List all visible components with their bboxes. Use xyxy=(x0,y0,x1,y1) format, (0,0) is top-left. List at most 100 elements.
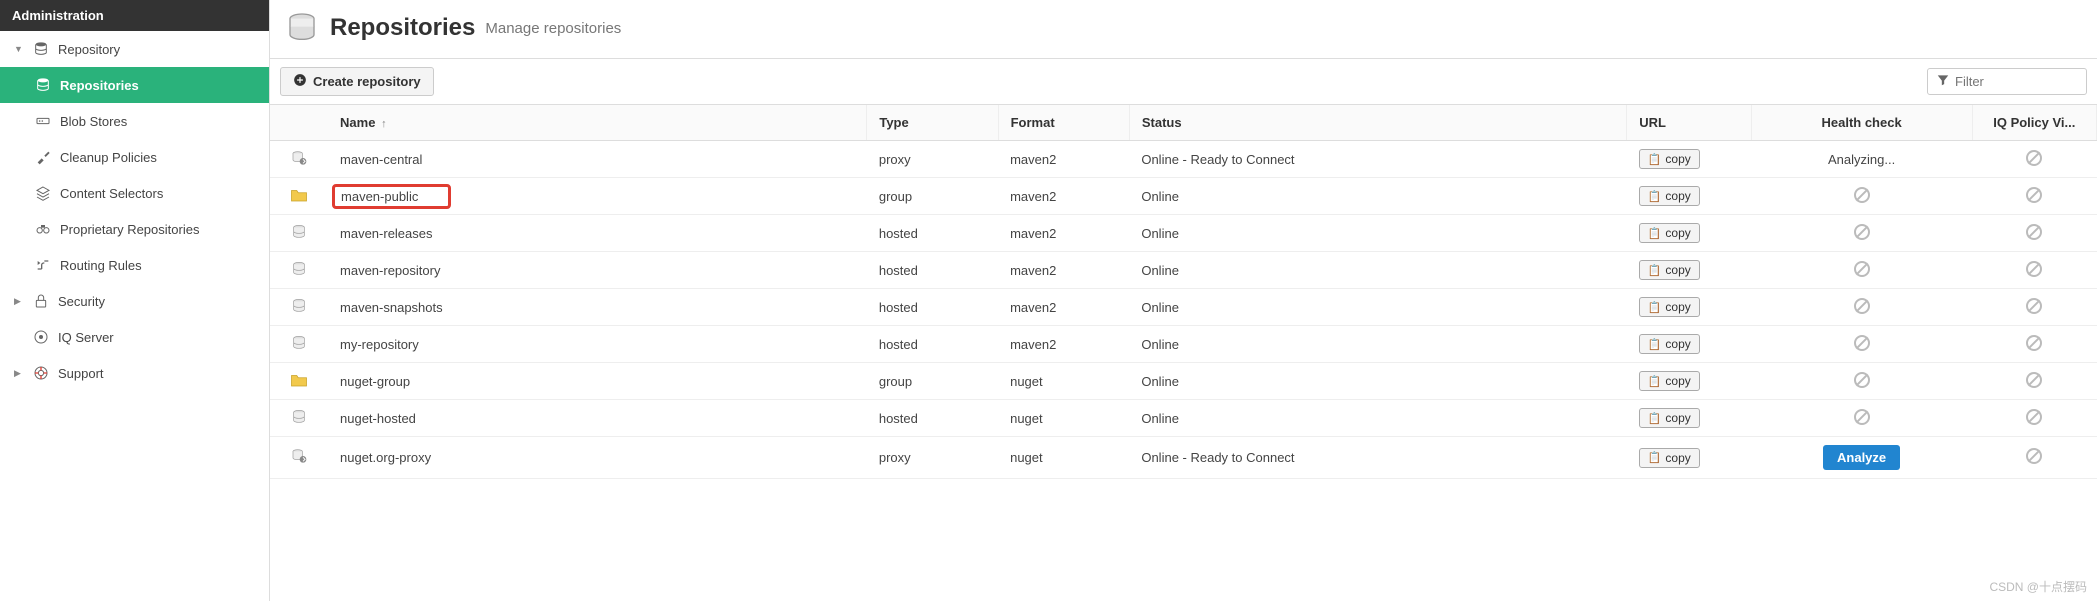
sidebar-item-content-selectors[interactable]: Content Selectors xyxy=(0,175,269,211)
toolbar: Create repository xyxy=(270,59,2097,105)
database-icon xyxy=(284,10,320,46)
copy-url-button[interactable]: 📋copy xyxy=(1639,408,1700,428)
filter-input[interactable] xyxy=(1955,74,2078,89)
table-row[interactable]: maven-snapshotshostedmaven2Online📋copy xyxy=(270,289,2097,326)
col-icon[interactable] xyxy=(270,105,328,141)
clipboard-icon: 📋 xyxy=(1648,375,1662,388)
cell-iq xyxy=(1972,437,2096,479)
cell-iq xyxy=(1972,326,2096,363)
sidebar-item-support[interactable]: ▶Support xyxy=(0,355,269,391)
repo-type-icon xyxy=(270,363,328,400)
sidebar-item-routing-rules[interactable]: Routing Rules xyxy=(0,247,269,283)
sidebar-item-cleanup-policies[interactable]: Cleanup Policies xyxy=(0,139,269,175)
cell-name: maven-public xyxy=(328,178,867,215)
cell-iq xyxy=(1972,215,2096,252)
sidebar-item-label: Routing Rules xyxy=(60,258,142,273)
col-health[interactable]: Health check xyxy=(1751,105,1972,141)
cell-type: proxy xyxy=(867,437,998,479)
copy-url-button[interactable]: 📋copy xyxy=(1639,149,1700,169)
col-iq[interactable]: IQ Policy Vi... xyxy=(1972,105,2096,141)
cell-iq xyxy=(1972,363,2096,400)
cell-name: nuget-group xyxy=(328,363,867,400)
create-repository-button[interactable]: Create repository xyxy=(280,67,434,96)
page-title: Repositories xyxy=(330,14,475,42)
cell-status: Online - Ready to Connect xyxy=(1129,437,1626,479)
table-row[interactable]: nuget.org-proxyproxynugetOnline - Ready … xyxy=(270,437,2097,479)
cell-health xyxy=(1751,400,1972,437)
sidebar-item-iq-server[interactable]: IQ Server xyxy=(0,319,269,355)
table-row[interactable]: maven-centralproxymaven2Online - Ready t… xyxy=(270,141,2097,178)
copy-url-button[interactable]: 📋copy xyxy=(1639,223,1700,243)
cell-format: nuget xyxy=(998,363,1129,400)
repo-type-icon xyxy=(270,400,328,437)
cell-format: nuget xyxy=(998,400,1129,437)
cell-health xyxy=(1751,178,1972,215)
analyze-button[interactable]: Analyze xyxy=(1823,445,1900,470)
cell-iq xyxy=(1972,400,2096,437)
sidebar-item-repositories[interactable]: Repositories xyxy=(0,67,269,103)
copy-url-button[interactable]: 📋copy xyxy=(1639,448,1700,468)
clipboard-icon: 📋 xyxy=(1648,190,1662,203)
cell-format: maven2 xyxy=(998,326,1129,363)
forbidden-icon xyxy=(1854,298,1870,314)
repo-type-icon xyxy=(270,178,328,215)
forbidden-icon xyxy=(1854,409,1870,425)
create-label: Create repository xyxy=(313,74,421,89)
forbidden-icon xyxy=(1854,261,1870,277)
table-row[interactable]: maven-repositoryhostedmaven2Online📋copy xyxy=(270,252,2097,289)
copy-url-button[interactable]: 📋copy xyxy=(1639,260,1700,280)
copy-url-button[interactable]: 📋copy xyxy=(1639,371,1700,391)
forbidden-icon xyxy=(2026,335,2042,351)
col-status[interactable]: Status xyxy=(1129,105,1626,141)
col-name[interactable]: Name ↑ xyxy=(328,105,867,141)
repo-type-icon xyxy=(270,437,328,479)
forbidden-icon xyxy=(2026,187,2042,203)
cell-status: Online xyxy=(1129,178,1626,215)
cell-name: nuget-hosted xyxy=(328,400,867,437)
forbidden-icon xyxy=(2026,448,2042,464)
cell-format: maven2 xyxy=(998,252,1129,289)
brush-icon xyxy=(34,149,52,165)
sidebar-item-label: Repositories xyxy=(60,78,139,93)
cell-status: Online xyxy=(1129,289,1626,326)
table-row[interactable]: nuget-hostedhostednugetOnline📋copy xyxy=(270,400,2097,437)
sidebar-item-security[interactable]: ▶Security xyxy=(0,283,269,319)
cell-url: 📋copy xyxy=(1627,326,1751,363)
tree-toggle-icon: ▼ xyxy=(14,44,28,54)
cell-iq xyxy=(1972,178,2096,215)
cell-format: nuget xyxy=(998,437,1129,479)
copy-url-button[interactable]: 📋copy xyxy=(1639,297,1700,317)
cell-type: hosted xyxy=(867,252,998,289)
table-header-row: Name ↑ Type Format Status URL Health che… xyxy=(270,105,2097,141)
table-row[interactable]: my-repositoryhostedmaven2Online📋copy xyxy=(270,326,2097,363)
table-row[interactable]: maven-releaseshostedmaven2Online📋copy xyxy=(270,215,2097,252)
cell-type: hosted xyxy=(867,326,998,363)
forbidden-icon xyxy=(2026,150,2042,166)
copy-url-button[interactable]: 📋copy xyxy=(1639,186,1700,206)
table-row[interactable]: nuget-groupgroupnugetOnline📋copy xyxy=(270,363,2097,400)
clipboard-icon: 📋 xyxy=(1648,264,1662,277)
cell-iq xyxy=(1972,252,2096,289)
clipboard-icon: 📋 xyxy=(1648,451,1662,464)
sidebar-item-repository[interactable]: ▼Repository xyxy=(0,31,269,67)
lock-icon xyxy=(32,293,50,309)
col-url[interactable]: URL xyxy=(1627,105,1751,141)
cell-name: maven-releases xyxy=(328,215,867,252)
cell-name: nuget.org-proxy xyxy=(328,437,867,479)
cell-health: Analyzing... xyxy=(1751,141,1972,178)
funnel-icon xyxy=(1936,73,1950,90)
repo-type-icon xyxy=(270,141,328,178)
cell-url: 📋copy xyxy=(1627,215,1751,252)
clipboard-icon: 📋 xyxy=(1648,338,1662,351)
table-row[interactable]: maven-publicgroupmaven2Online📋copy xyxy=(270,178,2097,215)
col-type[interactable]: Type xyxy=(867,105,998,141)
cell-format: maven2 xyxy=(998,215,1129,252)
sidebar-item-proprietary-repositories[interactable]: Proprietary Repositories xyxy=(0,211,269,247)
repo-type-icon xyxy=(270,252,328,289)
forbidden-icon xyxy=(2026,224,2042,240)
filter-box[interactable] xyxy=(1927,68,2087,95)
col-format[interactable]: Format xyxy=(998,105,1129,141)
forbidden-icon xyxy=(2026,372,2042,388)
copy-url-button[interactable]: 📋copy xyxy=(1639,334,1700,354)
sidebar-item-blob-stores[interactable]: Blob Stores xyxy=(0,103,269,139)
